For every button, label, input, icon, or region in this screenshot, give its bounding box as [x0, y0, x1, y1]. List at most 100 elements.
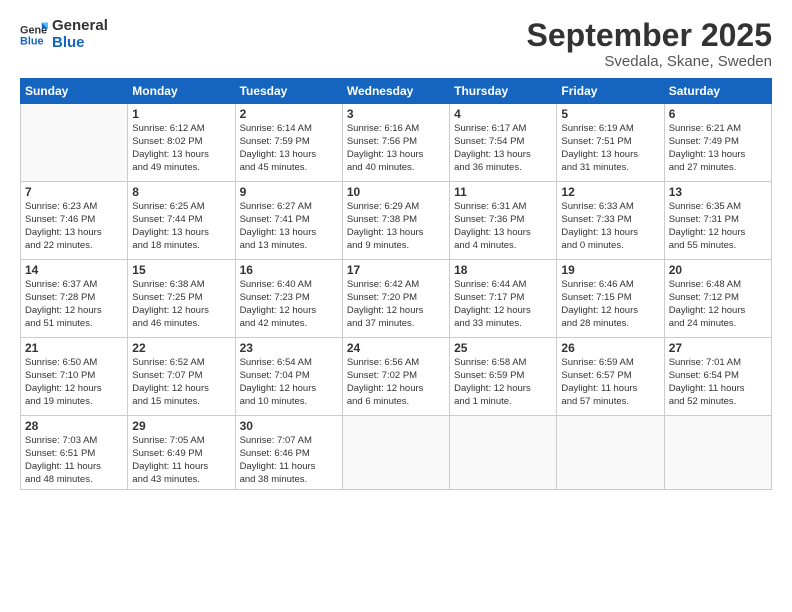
day-header: Monday [128, 79, 235, 104]
logo: General Blue General Blue [20, 18, 108, 51]
day-header: Thursday [450, 79, 557, 104]
day-number: 24 [347, 341, 445, 355]
day-cell: 6 Sunrise: 6:21 AM Sunset: 7:49 PM Daylig… [664, 104, 771, 182]
day-cell: 20Sunrise: 6:48 AM Sunset: 7:12 PM Dayli… [664, 260, 771, 338]
day-cell: 4Sunrise: 6:17 AM Sunset: 7:54 PM Daylig… [450, 104, 557, 182]
day-number: 17 [347, 263, 445, 277]
title-block: September 2025 Svedala, Skane, Sweden [527, 18, 772, 70]
day-cell: 27 Sunrise: 7:01 AM Sunset: 6:54 PM Dayli… [664, 338, 771, 416]
day-cell: 9 Sunrise: 6:27 AM Sunset: 7:41 PM Daylig… [235, 182, 342, 260]
day-header: Sunday [21, 79, 128, 104]
week-row: 7 Sunrise: 6:23 AM Sunset: 7:46 PM Daylig… [21, 182, 772, 260]
day-cell: 22Sunrise: 6:52 AM Sunset: 7:07 PM Dayli… [128, 338, 235, 416]
day-number: 15 [132, 263, 230, 277]
day-cell: 1Sunrise: 6:12 AM Sunset: 8:02 PM Daylig… [128, 104, 235, 182]
day-info: Sunrise: 6:52 AM Sunset: 7:07 PM Dayligh… [132, 357, 230, 408]
week-row: 28 Sunrise: 7:03 AM Sunset: 6:51 PM Dayli… [21, 416, 772, 490]
day-cell: 7 Sunrise: 6:23 AM Sunset: 7:46 PM Daylig… [21, 182, 128, 260]
day-info: Sunrise: 6:59 AM Sunset: 6:57 PM Dayligh… [561, 357, 659, 408]
day-cell: 29 Sunrise: 7:05 AM Sunset: 6:49 PM Dayli… [128, 416, 235, 490]
day-cell: 30 Sunrise: 7:07 AM Sunset: 6:46 PM Dayli… [235, 416, 342, 490]
day-info: Sunrise: 6:44 AM Sunset: 7:17 PM Dayligh… [454, 279, 552, 330]
day-number: 28 [25, 419, 123, 433]
day-info: Sunrise: 6:23 AM Sunset: 7:46 PM Dayligh… [25, 201, 123, 252]
day-info: Sunrise: 6:56 AM Sunset: 7:02 PM Dayligh… [347, 357, 445, 408]
day-header: Friday [557, 79, 664, 104]
day-number: 4 [454, 107, 552, 121]
day-header: Wednesday [342, 79, 449, 104]
day-cell: 14Sunrise: 6:37 AM Sunset: 7:28 PM Dayli… [21, 260, 128, 338]
day-cell: 11 Sunrise: 6:31 AM Sunset: 7:36 PM Dayli… [450, 182, 557, 260]
day-cell: 10Sunrise: 6:29 AM Sunset: 7:38 PM Dayli… [342, 182, 449, 260]
day-info: Sunrise: 6:14 AM Sunset: 7:59 PM Dayligh… [240, 123, 338, 174]
day-cell: 25 Sunrise: 6:58 AM Sunset: 6:59 PM Dayli… [450, 338, 557, 416]
day-info: Sunrise: 7:03 AM Sunset: 6:51 PM Dayligh… [25, 435, 123, 486]
day-info: Sunrise: 7:07 AM Sunset: 6:46 PM Dayligh… [240, 435, 338, 486]
day-number: 5 [561, 107, 659, 121]
day-info: Sunrise: 6:50 AM Sunset: 7:10 PM Dayligh… [25, 357, 123, 408]
day-number: 18 [454, 263, 552, 277]
day-info: Sunrise: 6:42 AM Sunset: 7:20 PM Dayligh… [347, 279, 445, 330]
day-info: Sunrise: 6:33 AM Sunset: 7:33 PM Dayligh… [561, 201, 659, 252]
logo-icon: General Blue [20, 21, 48, 49]
day-number: 29 [132, 419, 230, 433]
day-cell: 24 Sunrise: 6:56 AM Sunset: 7:02 PM Dayli… [342, 338, 449, 416]
day-cell: 2Sunrise: 6:14 AM Sunset: 7:59 PM Daylig… [235, 104, 342, 182]
calendar-table: SundayMondayTuesdayWednesdayThursdayFrid… [20, 78, 772, 490]
day-number: 7 [25, 185, 123, 199]
day-info: Sunrise: 7:05 AM Sunset: 6:49 PM Dayligh… [132, 435, 230, 486]
day-cell: 28 Sunrise: 7:03 AM Sunset: 6:51 PM Dayli… [21, 416, 128, 490]
day-cell: 19Sunrise: 6:46 AM Sunset: 7:15 PM Dayli… [557, 260, 664, 338]
day-cell: 3 Sunrise: 6:16 AM Sunset: 7:56 PM Daylig… [342, 104, 449, 182]
day-header: Tuesday [235, 79, 342, 104]
day-number: 27 [669, 341, 767, 355]
day-info: Sunrise: 6:27 AM Sunset: 7:41 PM Dayligh… [240, 201, 338, 252]
day-cell: 21Sunrise: 6:50 AM Sunset: 7:10 PM Dayli… [21, 338, 128, 416]
day-cell: 15 Sunrise: 6:38 AM Sunset: 7:25 PM Dayli… [128, 260, 235, 338]
month-title: September 2025 [527, 18, 772, 53]
day-info: Sunrise: 6:19 AM Sunset: 7:51 PM Dayligh… [561, 123, 659, 174]
day-cell [557, 416, 664, 490]
day-number: 11 [454, 185, 552, 199]
day-info: Sunrise: 6:54 AM Sunset: 7:04 PM Dayligh… [240, 357, 338, 408]
day-number: 20 [669, 263, 767, 277]
day-number: 30 [240, 419, 338, 433]
header: General Blue General Blue September 2025… [20, 18, 772, 70]
day-number: 12 [561, 185, 659, 199]
day-number: 26 [561, 341, 659, 355]
logo-line2: Blue [52, 35, 108, 52]
day-number: 9 [240, 185, 338, 199]
day-cell: 13Sunrise: 6:35 AM Sunset: 7:31 PM Dayli… [664, 182, 771, 260]
week-row: 14Sunrise: 6:37 AM Sunset: 7:28 PM Dayli… [21, 260, 772, 338]
day-number: 1 [132, 107, 230, 121]
day-info: Sunrise: 6:21 AM Sunset: 7:49 PM Dayligh… [669, 123, 767, 174]
day-info: Sunrise: 6:31 AM Sunset: 7:36 PM Dayligh… [454, 201, 552, 252]
logo-line1: General [52, 18, 108, 35]
day-number: 3 [347, 107, 445, 121]
day-header: Saturday [664, 79, 771, 104]
day-number: 13 [669, 185, 767, 199]
day-cell: 18 Sunrise: 6:44 AM Sunset: 7:17 PM Dayli… [450, 260, 557, 338]
day-number: 16 [240, 263, 338, 277]
day-cell: 17 Sunrise: 6:42 AM Sunset: 7:20 PM Dayli… [342, 260, 449, 338]
day-info: Sunrise: 6:38 AM Sunset: 7:25 PM Dayligh… [132, 279, 230, 330]
day-number: 6 [669, 107, 767, 121]
day-cell: 23 Sunrise: 6:54 AM Sunset: 7:04 PM Dayli… [235, 338, 342, 416]
day-cell: 26 Sunrise: 6:59 AM Sunset: 6:57 PM Dayli… [557, 338, 664, 416]
week-row: 1Sunrise: 6:12 AM Sunset: 8:02 PM Daylig… [21, 104, 772, 182]
day-info: Sunrise: 7:01 AM Sunset: 6:54 PM Dayligh… [669, 357, 767, 408]
day-cell [450, 416, 557, 490]
day-info: Sunrise: 6:46 AM Sunset: 7:15 PM Dayligh… [561, 279, 659, 330]
day-cell: 5 Sunrise: 6:19 AM Sunset: 7:51 PM Daylig… [557, 104, 664, 182]
day-info: Sunrise: 6:25 AM Sunset: 7:44 PM Dayligh… [132, 201, 230, 252]
day-number: 8 [132, 185, 230, 199]
svg-text:Blue: Blue [20, 35, 44, 47]
day-number: 25 [454, 341, 552, 355]
day-cell: 8 Sunrise: 6:25 AM Sunset: 7:44 PM Daylig… [128, 182, 235, 260]
day-info: Sunrise: 6:58 AM Sunset: 6:59 PM Dayligh… [454, 357, 552, 408]
day-cell: 12 Sunrise: 6:33 AM Sunset: 7:33 PM Dayli… [557, 182, 664, 260]
day-cell [664, 416, 771, 490]
day-info: Sunrise: 6:40 AM Sunset: 7:23 PM Dayligh… [240, 279, 338, 330]
day-number: 23 [240, 341, 338, 355]
day-info: Sunrise: 6:16 AM Sunset: 7:56 PM Dayligh… [347, 123, 445, 174]
